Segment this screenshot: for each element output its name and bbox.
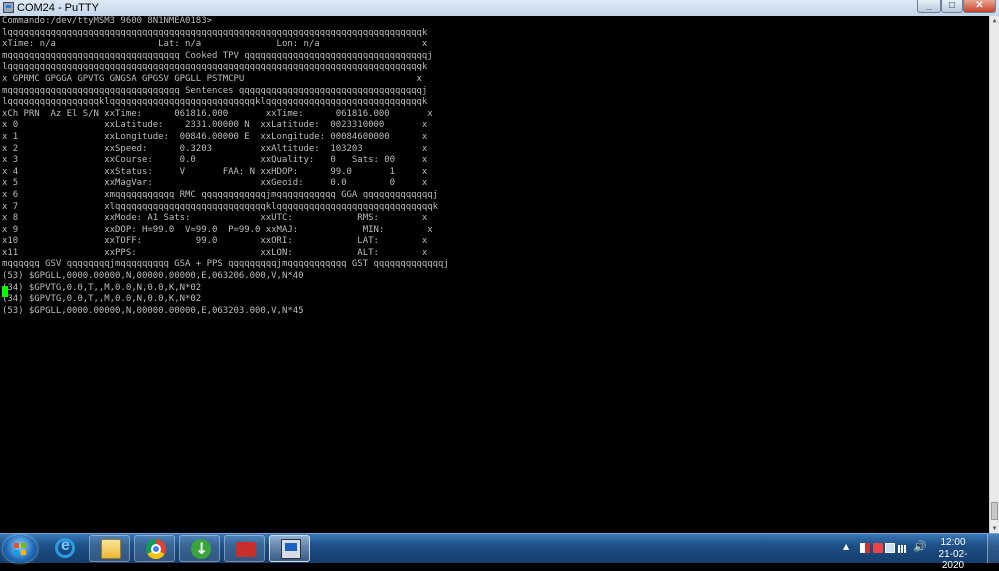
scroll-up-arrow-icon[interactable]: ▲ (990, 16, 999, 25)
terminal-line: lqqqqqqqqqqqqqqqqqqqqqqqqqqqqqqqqqqqqqqq… (2, 27, 428, 38)
show-desktop-button[interactable] (987, 534, 999, 563)
terminal-cursor (2, 286, 8, 297)
putty-app-icon[interactable] (3, 2, 14, 13)
vertical-scrollbar[interactable]: ▲ ▼ (989, 16, 999, 533)
terminal-line: lqqqqqqqqqqqqqqqqqqqqqqqqqqqqqqqqqqqqqqq… (2, 62, 428, 73)
terminal-line: lqqqqqqqqqqqqqqqqqklqqqqqqqqqqqqqqqqqqqq… (2, 97, 428, 108)
toolbox-icon[interactable] (224, 535, 265, 562)
window-title: COM24 - PuTTY (17, 2, 99, 14)
terminal-line: x 9 xxDOP: H=99.0 V=99.0 P=99.0 xxMAJ: M… (2, 224, 433, 235)
chrome-icon[interactable] (134, 535, 175, 562)
terminal-line: Commando:/dev/ttyMSM3 9600 8N1NMEA0183> (2, 16, 212, 26)
terminal-line: x GPRMC GPGGA GPVTG GNGSA GPGSV GPGLL PS… (2, 73, 422, 84)
terminal-line: (53) $GPGLL,0000.00000,N,00000.00000,E,0… (2, 271, 304, 282)
terminal-line: x 0 xxLatitude: 2331.00000 N xxLatitude:… (2, 120, 428, 131)
terminal-line: mqqqqqqqqqqqqqqqqqqqqqqqqqqqqqqqq Senten… (2, 85, 428, 96)
minimize-button[interactable]: _ (917, 0, 941, 13)
terminal-line: x 4 xxStatus: V FAA: N xxHDOP: 99.0 1 x (2, 166, 428, 177)
terminal-line: x 1 xxLongitude: 00846.00000 E xxLongitu… (2, 131, 428, 142)
terminal-line: x 3 xxCourse: 0.0 xxQuality: 0 Sats: 00 … (2, 155, 428, 166)
volume-icon[interactable]: 🔊 (913, 540, 927, 553)
terminal-line: x11 xxPPS: xxLON: ALT: x (2, 247, 428, 258)
terminal-line: x 7 xlqqqqqqqqqqqqqqqqqqqqqqqqqqqqklqqqq… (2, 201, 439, 212)
terminal-line: x 6 xmqqqqqqqqqqq RMC qqqqqqqqqqqqjmqqqq… (2, 189, 439, 200)
terminal-line: x 8 xxMode: A1 Sats: xxUTC: RMS: x (2, 213, 428, 224)
terminal-line: mqqqqqq GSV qqqqqqqqjmqqqqqqqqq GSA + PP… (2, 259, 449, 270)
terminal-line: x 2 xxSpeed: 0.3203 xxAltitude: 103203 x (2, 143, 428, 154)
putty-taskbar-icon[interactable] (269, 535, 310, 562)
clock-time[interactable]: 12:00 (930, 537, 976, 548)
action-center-flag-icon[interactable] (860, 543, 870, 553)
network-signal-icon[interactable] (898, 545, 908, 553)
display-icon[interactable] (885, 543, 895, 553)
terminal-area[interactable]: Commando:/dev/ttyMSM3 9600 8N1NMEA0183> l… (0, 16, 989, 533)
terminal-line: (34) $GPVTG,0.0,T,,M,0.0,N,0.0,K,N*02 (2, 294, 202, 305)
scroll-thumb[interactable] (991, 502, 998, 520)
download-manager-icon[interactable] (179, 535, 220, 562)
terminal-line: xTime: n/a Lat: n/a Lon: n/a x (2, 39, 428, 50)
terminal-line: mqqqqqqqqqqqqqqqqqqqqqqqqqqqqqqqq Cooked… (2, 50, 433, 61)
maximize-button[interactable]: □ (941, 0, 963, 13)
terminal-line: xCh PRN Az El S/N xxTime: 061816.000 xxT… (2, 108, 433, 119)
show-hidden-icons-icon[interactable]: ▲ (843, 542, 849, 551)
close-button[interactable]: ✕ (963, 0, 996, 13)
internet-explorer-icon[interactable] (44, 535, 85, 562)
taskbar: ▲ 🔊 12:00 21-02-2020 (0, 533, 999, 571)
start-button[interactable] (3, 535, 37, 563)
file-explorer-icon[interactable] (89, 535, 130, 562)
terminal-line: x 5 xxMagVar: xxGeoid: 0.0 0 x (2, 178, 428, 189)
terminal-line: x10 xxTOFF: 99.0 xxORI: LAT: x (2, 236, 428, 247)
scroll-down-arrow-icon[interactable]: ▼ (990, 524, 999, 533)
terminal-output: Commando:/dev/ttyMSM3 9600 8N1NMEA0183> l… (2, 16, 449, 317)
clock-date[interactable]: 21-02-2020 (930, 549, 976, 571)
security-icon[interactable] (873, 543, 883, 553)
terminal-line: (53) $GPGLL,0000.00000,N,00000.00000,E,0… (2, 305, 304, 316)
window-titlebar[interactable]: COM24 - PuTTY _ □ ✕ (0, 0, 999, 17)
terminal-line: (34) $GPVTG,0.0,T,,M,0.0,N,0.0,K,N*02 (2, 282, 202, 293)
